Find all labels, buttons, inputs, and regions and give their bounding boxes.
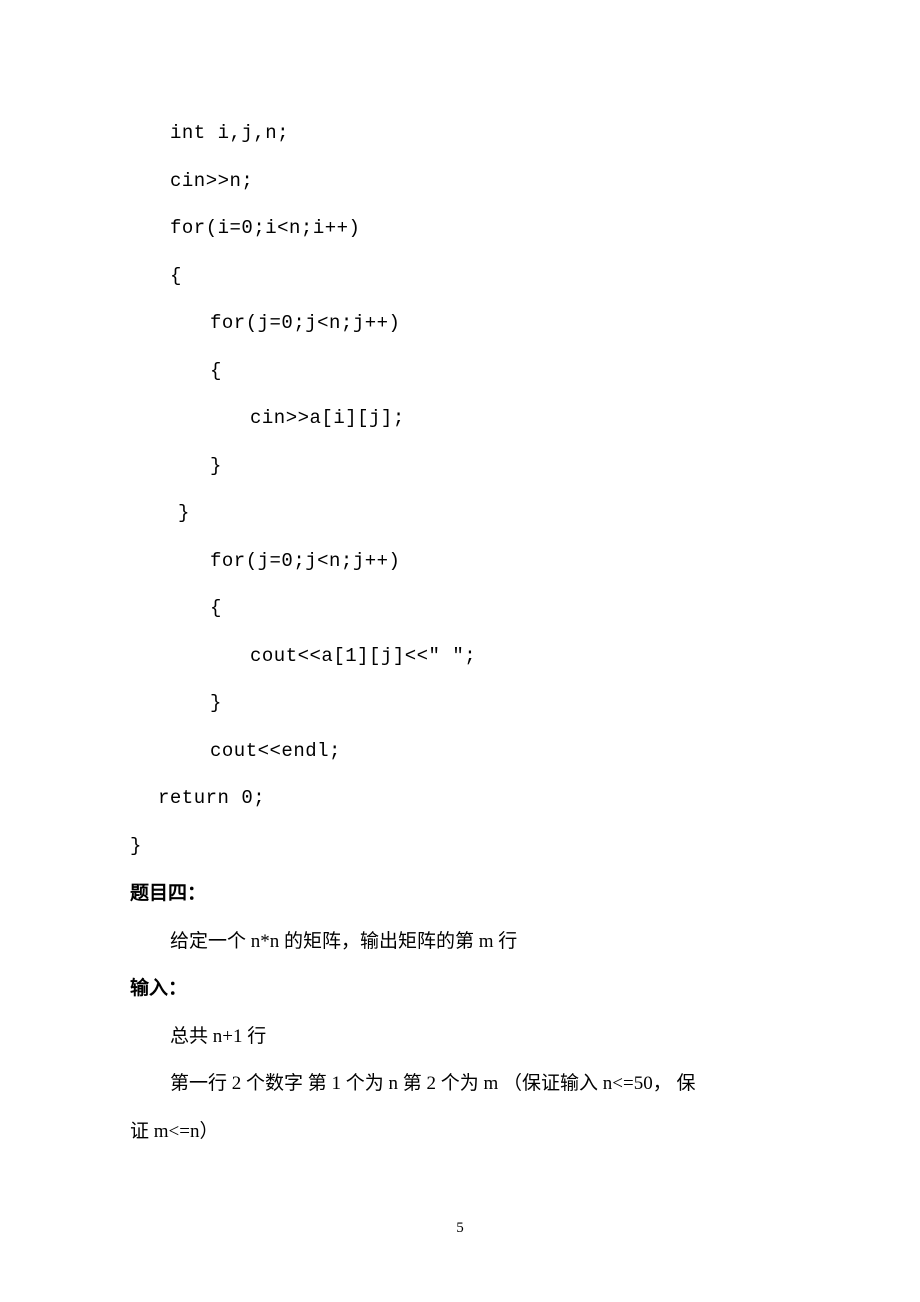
code-line: } <box>130 823 790 871</box>
input-title: 输入： <box>130 965 790 1013</box>
code-line: int i,j,n; <box>130 110 790 158</box>
code-line: } <box>130 490 790 538</box>
code-line: cin>>n; <box>130 158 790 206</box>
page-number: 5 <box>0 1220 920 1237</box>
section-title-4: 题目四： <box>130 870 790 918</box>
section4-description: 给定一个 n*n 的矩阵，输出矩阵的第 m 行 <box>130 918 790 966</box>
input-line2: 第一行 2 个数字 第 1 个为 n 第 2 个为 m （保证输入 n<=50，… <box>130 1060 790 1108</box>
code-line: } <box>130 680 790 728</box>
code-line: cin>>a[i][j]; <box>130 395 790 443</box>
input-line1: 总共 n+1 行 <box>130 1013 790 1061</box>
code-line: for(j=0;j<n;j++) <box>130 300 790 348</box>
code-line: cout<<a[1][j]<<" "; <box>130 633 790 681</box>
code-line: for(j=0;j<n;j++) <box>130 538 790 586</box>
code-line: { <box>130 585 790 633</box>
code-line: cout<<endl; <box>130 728 790 776</box>
code-line: { <box>130 253 790 301</box>
code-line: { <box>130 348 790 396</box>
code-line: } <box>130 443 790 491</box>
code-line: return 0; <box>130 775 790 823</box>
code-line: for(i=0;i<n;i++) <box>130 205 790 253</box>
input-line2-cont: 证 m<=n） <box>130 1108 790 1156</box>
